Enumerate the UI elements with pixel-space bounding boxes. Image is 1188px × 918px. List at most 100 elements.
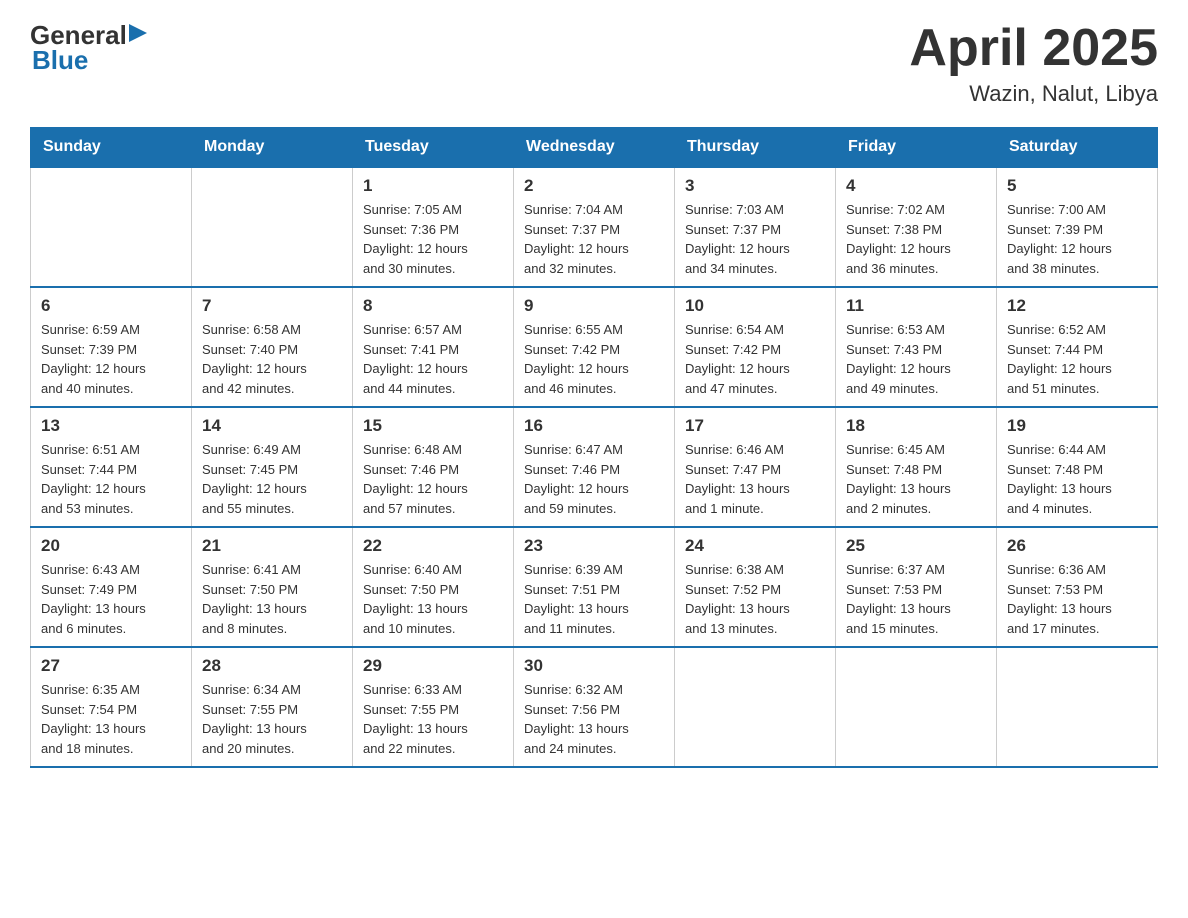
day-info: Sunrise: 6:38 AM Sunset: 7:52 PM Dayligh…	[685, 560, 825, 638]
day-info: Sunrise: 6:57 AM Sunset: 7:41 PM Dayligh…	[363, 320, 503, 398]
header-monday: Monday	[192, 128, 353, 168]
day-info: Sunrise: 6:59 AM Sunset: 7:39 PM Dayligh…	[41, 320, 181, 398]
day-number: 9	[524, 296, 664, 316]
calendar-cell: 18 Sunrise: 6:45 AM Sunset: 7:48 PM Dayli…	[836, 407, 997, 527]
day-info: Sunrise: 6:35 AM Sunset: 7:54 PM Dayligh…	[41, 680, 181, 758]
day-number: 8	[363, 296, 503, 316]
calendar-cell: 21 Sunrise: 6:41 AM Sunset: 7:50 PM Dayli…	[192, 527, 353, 647]
day-number: 5	[1007, 176, 1147, 196]
day-number: 29	[363, 656, 503, 676]
calendar-cell: 22 Sunrise: 6:40 AM Sunset: 7:50 PM Dayli…	[353, 527, 514, 647]
day-info: Sunrise: 6:48 AM Sunset: 7:46 PM Dayligh…	[363, 440, 503, 518]
day-info: Sunrise: 6:45 AM Sunset: 7:48 PM Dayligh…	[846, 440, 986, 518]
calendar-cell: 20Sunrise: 6:43 AM Sunset: 7:49 PM Dayli…	[31, 527, 192, 647]
calendar-cell	[997, 647, 1158, 767]
day-info: Sunrise: 6:46 AM Sunset: 7:47 PM Dayligh…	[685, 440, 825, 518]
day-info: Sunrise: 6:32 AM Sunset: 7:56 PM Dayligh…	[524, 680, 664, 758]
calendar-cell: 15 Sunrise: 6:48 AM Sunset: 7:46 PM Dayli…	[353, 407, 514, 527]
calendar-cell: 16 Sunrise: 6:47 AM Sunset: 7:46 PM Dayli…	[514, 407, 675, 527]
calendar-table: SundayMondayTuesdayWednesdayThursdayFrid…	[30, 127, 1158, 768]
day-number: 12	[1007, 296, 1147, 316]
calendar-week-row: 13Sunrise: 6:51 AM Sunset: 7:44 PM Dayli…	[31, 407, 1158, 527]
day-number: 25	[846, 536, 986, 556]
calendar-cell	[675, 647, 836, 767]
day-number: 22	[363, 536, 503, 556]
day-number: 13	[41, 416, 181, 436]
calendar-cell	[31, 167, 192, 287]
calendar-cell: 17 Sunrise: 6:46 AM Sunset: 7:47 PM Dayli…	[675, 407, 836, 527]
day-info: Sunrise: 6:52 AM Sunset: 7:44 PM Dayligh…	[1007, 320, 1147, 398]
calendar-cell: 13Sunrise: 6:51 AM Sunset: 7:44 PM Dayli…	[31, 407, 192, 527]
day-number: 23	[524, 536, 664, 556]
calendar-cell: 9 Sunrise: 6:55 AM Sunset: 7:42 PM Daylig…	[514, 287, 675, 407]
calendar-cell: 12 Sunrise: 6:52 AM Sunset: 7:44 PM Dayli…	[997, 287, 1158, 407]
day-info: Sunrise: 7:04 AM Sunset: 7:37 PM Dayligh…	[524, 200, 664, 278]
day-number: 26	[1007, 536, 1147, 556]
logo-flag-icon	[129, 22, 151, 44]
day-number: 27	[41, 656, 181, 676]
header-tuesday: Tuesday	[353, 128, 514, 168]
calendar-cell: 27 Sunrise: 6:35 AM Sunset: 7:54 PM Dayli…	[31, 647, 192, 767]
day-number: 28	[202, 656, 342, 676]
logo-blue-text: Blue	[30, 45, 88, 76]
header-sunday: Sunday	[31, 128, 192, 168]
day-info: Sunrise: 6:58 AM Sunset: 7:40 PM Dayligh…	[202, 320, 342, 398]
day-info: Sunrise: 7:00 AM Sunset: 7:39 PM Dayligh…	[1007, 200, 1147, 278]
day-info: Sunrise: 6:43 AM Sunset: 7:49 PM Dayligh…	[41, 560, 181, 638]
day-info: Sunrise: 6:34 AM Sunset: 7:55 PM Dayligh…	[202, 680, 342, 758]
calendar-cell: 23 Sunrise: 6:39 AM Sunset: 7:51 PM Dayli…	[514, 527, 675, 647]
calendar-cell: 8 Sunrise: 6:57 AM Sunset: 7:41 PM Daylig…	[353, 287, 514, 407]
day-number: 16	[524, 416, 664, 436]
title-block: April 2025 Wazin, Nalut, Libya	[909, 20, 1158, 107]
calendar-cell: 19 Sunrise: 6:44 AM Sunset: 7:48 PM Dayli…	[997, 407, 1158, 527]
day-number: 2	[524, 176, 664, 196]
day-info: Sunrise: 6:55 AM Sunset: 7:42 PM Dayligh…	[524, 320, 664, 398]
day-number: 6	[41, 296, 181, 316]
day-number: 3	[685, 176, 825, 196]
day-number: 7	[202, 296, 342, 316]
calendar-cell: 26Sunrise: 6:36 AM Sunset: 7:53 PM Dayli…	[997, 527, 1158, 647]
day-number: 19	[1007, 416, 1147, 436]
calendar-cell: 28 Sunrise: 6:34 AM Sunset: 7:55 PM Dayli…	[192, 647, 353, 767]
header-wednesday: Wednesday	[514, 128, 675, 168]
calendar-cell: 4Sunrise: 7:02 AM Sunset: 7:38 PM Daylig…	[836, 167, 997, 287]
day-number: 11	[846, 296, 986, 316]
day-number: 14	[202, 416, 342, 436]
header-saturday: Saturday	[997, 128, 1158, 168]
day-info: Sunrise: 6:54 AM Sunset: 7:42 PM Dayligh…	[685, 320, 825, 398]
day-info: Sunrise: 6:39 AM Sunset: 7:51 PM Dayligh…	[524, 560, 664, 638]
calendar-cell: 5 Sunrise: 7:00 AM Sunset: 7:39 PM Daylig…	[997, 167, 1158, 287]
calendar-week-row: 27 Sunrise: 6:35 AM Sunset: 7:54 PM Dayli…	[31, 647, 1158, 767]
day-number: 24	[685, 536, 825, 556]
calendar-week-row: 6 Sunrise: 6:59 AM Sunset: 7:39 PM Daylig…	[31, 287, 1158, 407]
page-header: General Blue April 2025 Wazin, Nalut, Li…	[30, 20, 1158, 107]
day-info: Sunrise: 6:40 AM Sunset: 7:50 PM Dayligh…	[363, 560, 503, 638]
calendar-cell	[192, 167, 353, 287]
calendar-cell: 2 Sunrise: 7:04 AM Sunset: 7:37 PM Daylig…	[514, 167, 675, 287]
day-number: 15	[363, 416, 503, 436]
calendar-cell: 3Sunrise: 7:03 AM Sunset: 7:37 PM Daylig…	[675, 167, 836, 287]
day-number: 17	[685, 416, 825, 436]
calendar-cell: 29Sunrise: 6:33 AM Sunset: 7:55 PM Dayli…	[353, 647, 514, 767]
day-info: Sunrise: 6:44 AM Sunset: 7:48 PM Dayligh…	[1007, 440, 1147, 518]
calendar-cell: 25Sunrise: 6:37 AM Sunset: 7:53 PM Dayli…	[836, 527, 997, 647]
day-info: Sunrise: 6:41 AM Sunset: 7:50 PM Dayligh…	[202, 560, 342, 638]
day-number: 1	[363, 176, 503, 196]
calendar-week-row: 20Sunrise: 6:43 AM Sunset: 7:49 PM Dayli…	[31, 527, 1158, 647]
location-title: Wazin, Nalut, Libya	[909, 81, 1158, 107]
header-friday: Friday	[836, 128, 997, 168]
day-number: 18	[846, 416, 986, 436]
calendar-cell: 10Sunrise: 6:54 AM Sunset: 7:42 PM Dayli…	[675, 287, 836, 407]
day-info: Sunrise: 6:47 AM Sunset: 7:46 PM Dayligh…	[524, 440, 664, 518]
day-number: 30	[524, 656, 664, 676]
day-info: Sunrise: 6:49 AM Sunset: 7:45 PM Dayligh…	[202, 440, 342, 518]
calendar-cell: 6 Sunrise: 6:59 AM Sunset: 7:39 PM Daylig…	[31, 287, 192, 407]
logo: General Blue	[30, 20, 151, 76]
day-number: 21	[202, 536, 342, 556]
header-thursday: Thursday	[675, 128, 836, 168]
month-title: April 2025	[909, 20, 1158, 77]
day-info: Sunrise: 6:53 AM Sunset: 7:43 PM Dayligh…	[846, 320, 986, 398]
calendar-cell: 30 Sunrise: 6:32 AM Sunset: 7:56 PM Dayli…	[514, 647, 675, 767]
day-info: Sunrise: 7:05 AM Sunset: 7:36 PM Dayligh…	[363, 200, 503, 278]
calendar-header-row: SundayMondayTuesdayWednesdayThursdayFrid…	[31, 128, 1158, 168]
